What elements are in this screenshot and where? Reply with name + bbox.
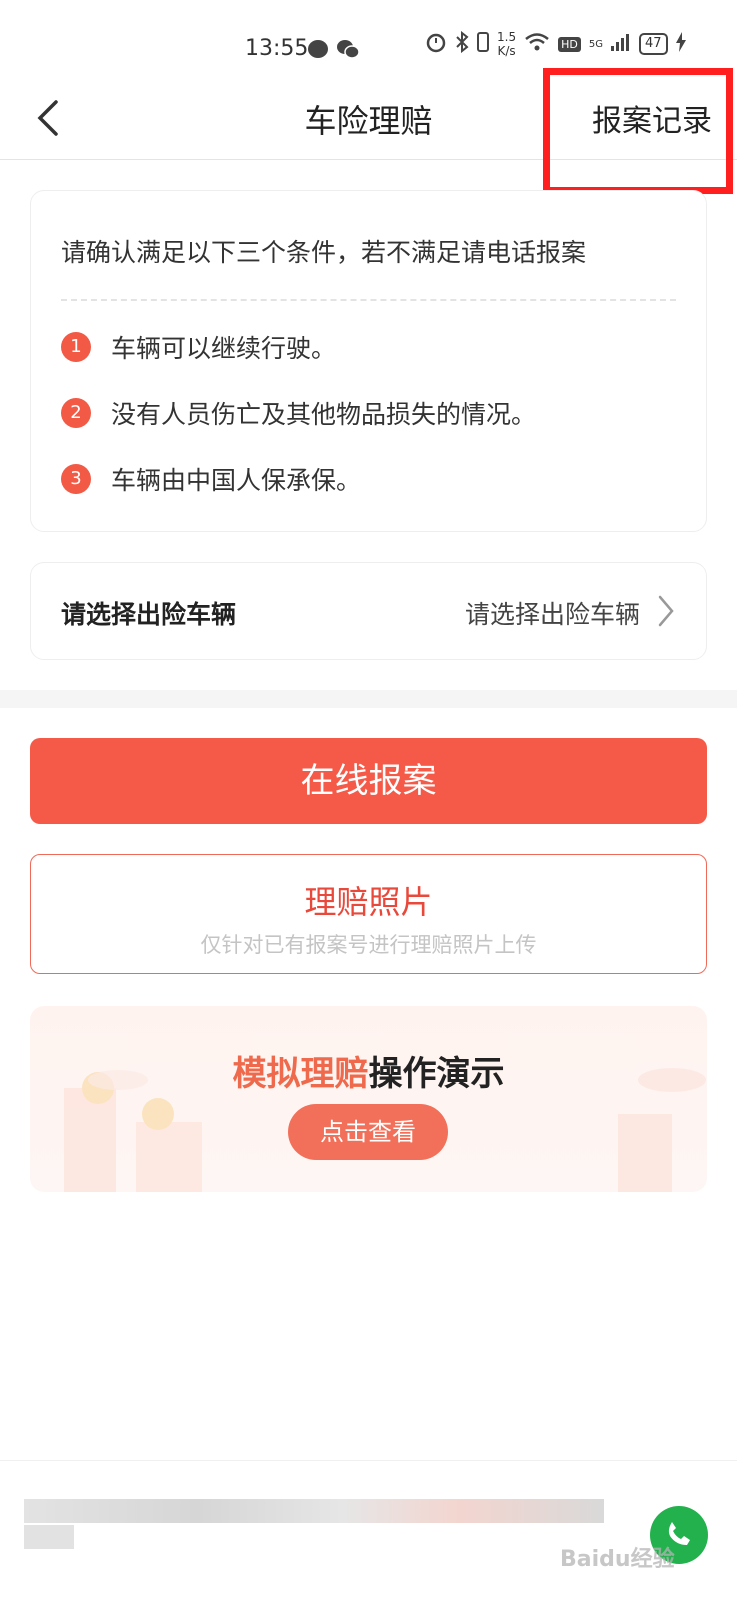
net-speed: 1.5 K/s xyxy=(497,30,516,58)
condition-number-badge: 3 xyxy=(61,464,91,494)
demo-title: 模拟理赔操作演示 xyxy=(30,1046,707,1095)
conditions-heading: 请确认满足以下三个条件，若不满足请电话报案 xyxy=(61,238,587,267)
net-speed-unit: K/s xyxy=(497,44,516,58)
condition-text: 车辆由中国人保承保。 xyxy=(111,466,362,495)
condition-text: 没有人员伤亡及其他物品损失的情况。 xyxy=(111,400,537,429)
view-demo-button[interactable]: 点击查看 xyxy=(288,1104,448,1160)
highlight-annotation-box xyxy=(543,68,733,194)
bluetooth-icon xyxy=(455,30,469,57)
net-speed-value: 1.5 xyxy=(497,30,517,44)
network-type: 5G xyxy=(588,38,603,50)
condition-item: 3 车辆由中国人保承保。 xyxy=(61,461,361,497)
watermark: Baidu经验 xyxy=(560,1547,675,1572)
signal-icon xyxy=(610,33,631,55)
claim-photos-button[interactable]: 理赔照片 仅针对已有报案号进行理赔照片上传 xyxy=(30,854,707,974)
condition-item: 1 车辆可以继续行驶。 xyxy=(61,329,336,365)
divider xyxy=(61,299,676,301)
wechat-icon xyxy=(336,38,360,64)
section-divider xyxy=(0,690,737,708)
vehicle-label: 请选择出险车辆 xyxy=(61,600,237,629)
status-time: 13:55 xyxy=(245,36,309,61)
hd-badge: HD xyxy=(558,36,581,52)
condition-item: 2 没有人员伤亡及其他物品损失的情况。 xyxy=(61,395,536,431)
demo-banner[interactable]: 模拟理赔操作演示 点击查看 xyxy=(30,1006,707,1192)
blurred-text xyxy=(24,1525,74,1549)
wifi-icon xyxy=(524,32,550,56)
blurred-text xyxy=(24,1499,604,1523)
claim-photos-subtitle: 仅针对已有报案号进行理赔照片上传 xyxy=(200,933,537,957)
charging-icon xyxy=(675,32,686,56)
condition-number-badge: 2 xyxy=(61,398,91,428)
battery-level: 47 xyxy=(638,33,668,55)
vibrate-icon xyxy=(477,31,489,57)
online-report-button[interactable]: 在线报案 xyxy=(30,738,707,824)
claim-photos-title: 理赔照片 xyxy=(304,883,433,921)
demo-title-highlight: 模拟理赔 xyxy=(232,1054,369,1094)
vehicle-value: 请选择出险车辆 xyxy=(464,600,640,629)
vehicle-selector[interactable]: 请选择出险车辆 请选择出险车辆 xyxy=(30,562,707,660)
demo-title-rest: 操作演示 xyxy=(368,1054,505,1094)
alarm-icon xyxy=(425,31,447,57)
bottom-bar: Baidu经验 xyxy=(0,1460,737,1600)
conditions-card: 请确认满足以下三个条件，若不满足请电话报案 1 车辆可以继续行驶。 2 没有人员… xyxy=(30,190,707,532)
condition-number-badge: 1 xyxy=(61,332,91,362)
chevron-right-icon xyxy=(652,593,678,629)
status-icons: 1.5 K/s HD 5G 47 xyxy=(425,30,686,58)
message-bubble-icon xyxy=(308,40,328,62)
condition-text: 车辆可以继续行驶。 xyxy=(111,334,337,363)
